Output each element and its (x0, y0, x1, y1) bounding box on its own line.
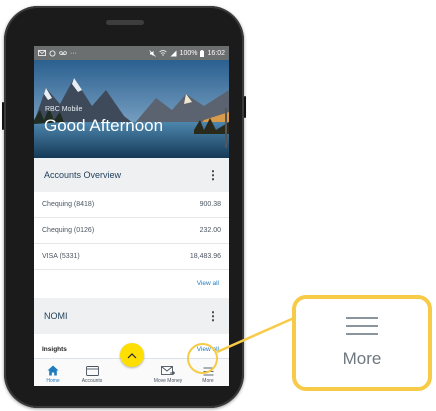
hamburger-menu-icon (346, 317, 378, 335)
more-callout: More (292, 295, 432, 391)
callout-label: More (342, 349, 382, 368)
